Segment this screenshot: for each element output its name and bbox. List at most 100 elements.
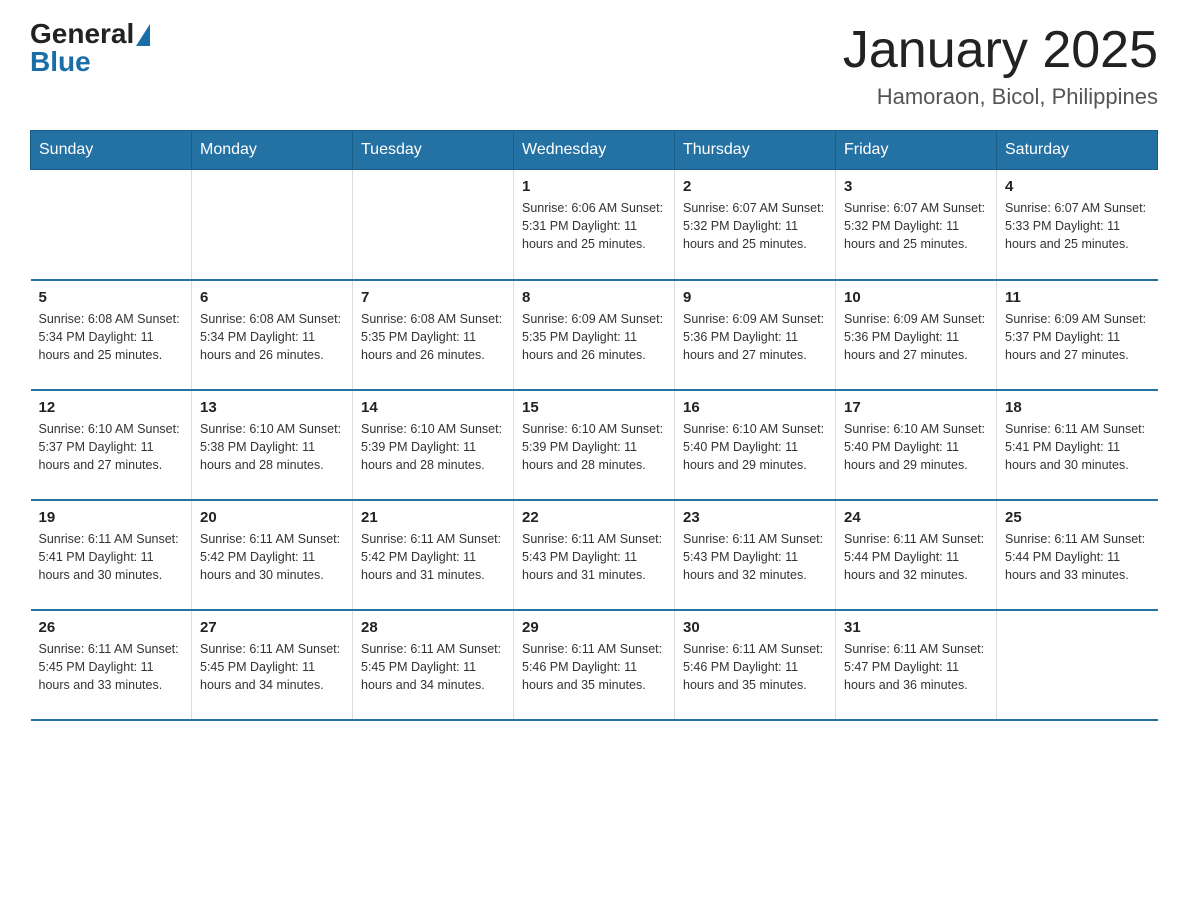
day-info: Sunrise: 6:10 AM Sunset: 5:37 PM Dayligh… [39, 420, 184, 474]
day-info: Sunrise: 6:10 AM Sunset: 5:40 PM Dayligh… [683, 420, 827, 474]
day-number: 14 [361, 399, 505, 416]
calendar-cell: 10 Sunrise: 6:09 AM Sunset: 5:36 PM Dayli… [836, 280, 997, 390]
calendar-cell: 5 Sunrise: 6:08 AM Sunset: 5:34 PM Daylig… [31, 280, 192, 390]
calendar-cell: 26 Sunrise: 6:11 AM Sunset: 5:45 PM Dayli… [31, 610, 192, 720]
calendar-cell: 15Sunrise: 6:10 AM Sunset: 5:39 PM Dayli… [514, 390, 675, 500]
day-info: Sunrise: 6:11 AM Sunset: 5:44 PM Dayligh… [844, 530, 988, 584]
day-number: 31 [844, 619, 988, 636]
weekday-header-monday: Monday [192, 131, 353, 170]
day-number: 8 [522, 289, 666, 306]
day-info: Sunrise: 6:07 AM Sunset: 5:32 PM Dayligh… [683, 199, 827, 253]
calendar-table: SundayMondayTuesdayWednesdayThursdayFrid… [30, 130, 1158, 721]
day-info: Sunrise: 6:11 AM Sunset: 5:41 PM Dayligh… [39, 530, 184, 584]
calendar-cell [353, 170, 514, 280]
logo-general: General [30, 20, 134, 48]
day-info: Sunrise: 6:11 AM Sunset: 5:45 PM Dayligh… [361, 640, 505, 694]
calendar-cell: 18Sunrise: 6:11 AM Sunset: 5:41 PM Dayli… [997, 390, 1158, 500]
calendar-cell: 23 Sunrise: 6:11 AM Sunset: 5:43 PM Dayli… [675, 500, 836, 610]
calendar-cell: 22Sunrise: 6:11 AM Sunset: 5:43 PM Dayli… [514, 500, 675, 610]
calendar-cell: 20 Sunrise: 6:11 AM Sunset: 5:42 PM Dayli… [192, 500, 353, 610]
logo-triangle-icon [136, 24, 150, 46]
calendar-cell: 7Sunrise: 6:08 AM Sunset: 5:35 PM Daylig… [353, 280, 514, 390]
day-info: Sunrise: 6:09 AM Sunset: 5:36 PM Dayligh… [683, 310, 827, 364]
day-info: Sunrise: 6:11 AM Sunset: 5:44 PM Dayligh… [1005, 530, 1150, 584]
day-number: 20 [200, 509, 344, 526]
day-number: 28 [361, 619, 505, 636]
calendar-cell: 3Sunrise: 6:07 AM Sunset: 5:32 PM Daylig… [836, 170, 997, 280]
calendar-week-row: 1 Sunrise: 6:06 AM Sunset: 5:31 PM Daylig… [31, 170, 1158, 280]
weekday-header-wednesday: Wednesday [514, 131, 675, 170]
day-number: 29 [522, 619, 666, 636]
day-number: 24 [844, 509, 988, 526]
day-number: 30 [683, 619, 827, 636]
day-number: 6 [200, 289, 344, 306]
calendar-cell: 8 Sunrise: 6:09 AM Sunset: 5:35 PM Daylig… [514, 280, 675, 390]
weekday-header-thursday: Thursday [675, 131, 836, 170]
calendar-cell [31, 170, 192, 280]
calendar-cell: 30 Sunrise: 6:11 AM Sunset: 5:46 PM Dayli… [675, 610, 836, 720]
day-number: 26 [39, 619, 184, 636]
calendar-subtitle: Hamoraon, Bicol, Philippines [843, 84, 1158, 110]
calendar-cell: 6 Sunrise: 6:08 AM Sunset: 5:34 PM Daylig… [192, 280, 353, 390]
calendar-cell: 29 Sunrise: 6:11 AM Sunset: 5:46 PM Dayli… [514, 610, 675, 720]
day-info: Sunrise: 6:09 AM Sunset: 5:37 PM Dayligh… [1005, 310, 1150, 364]
calendar-cell: 25 Sunrise: 6:11 AM Sunset: 5:44 PM Dayli… [997, 500, 1158, 610]
calendar-cell: 13 Sunrise: 6:10 AM Sunset: 5:38 PM Dayli… [192, 390, 353, 500]
calendar-cell: 11 Sunrise: 6:09 AM Sunset: 5:37 PM Dayli… [997, 280, 1158, 390]
weekday-header-sunday: Sunday [31, 131, 192, 170]
day-number: 3 [844, 178, 988, 195]
weekday-header-friday: Friday [836, 131, 997, 170]
calendar-cell: 21Sunrise: 6:11 AM Sunset: 5:42 PM Dayli… [353, 500, 514, 610]
calendar-cell: 31 Sunrise: 6:11 AM Sunset: 5:47 PM Dayli… [836, 610, 997, 720]
calendar-week-row: 5 Sunrise: 6:08 AM Sunset: 5:34 PM Daylig… [31, 280, 1158, 390]
calendar-cell: 9 Sunrise: 6:09 AM Sunset: 5:36 PM Daylig… [675, 280, 836, 390]
day-info: Sunrise: 6:10 AM Sunset: 5:39 PM Dayligh… [361, 420, 505, 474]
day-number: 10 [844, 289, 988, 306]
day-info: Sunrise: 6:11 AM Sunset: 5:46 PM Dayligh… [522, 640, 666, 694]
logo-blue: Blue [30, 48, 150, 76]
calendar-cell: 19Sunrise: 6:11 AM Sunset: 5:41 PM Dayli… [31, 500, 192, 610]
weekday-header-tuesday: Tuesday [353, 131, 514, 170]
day-number: 21 [361, 509, 505, 526]
day-number: 13 [200, 399, 344, 416]
day-info: Sunrise: 6:11 AM Sunset: 5:45 PM Dayligh… [39, 640, 184, 694]
calendar-week-row: 12Sunrise: 6:10 AM Sunset: 5:37 PM Dayli… [31, 390, 1158, 500]
calendar-cell: 2 Sunrise: 6:07 AM Sunset: 5:32 PM Daylig… [675, 170, 836, 280]
calendar-cell: 14 Sunrise: 6:10 AM Sunset: 5:39 PM Dayli… [353, 390, 514, 500]
day-info: Sunrise: 6:11 AM Sunset: 5:46 PM Dayligh… [683, 640, 827, 694]
day-info: Sunrise: 6:09 AM Sunset: 5:35 PM Dayligh… [522, 310, 666, 364]
logo: General Blue [30, 20, 150, 76]
day-info: Sunrise: 6:11 AM Sunset: 5:43 PM Dayligh… [683, 530, 827, 584]
weekday-header-row: SundayMondayTuesdayWednesdayThursdayFrid… [31, 131, 1158, 170]
day-info: Sunrise: 6:11 AM Sunset: 5:42 PM Dayligh… [200, 530, 344, 584]
calendar-cell: 16 Sunrise: 6:10 AM Sunset: 5:40 PM Dayli… [675, 390, 836, 500]
title-block: January 2025 Hamoraon, Bicol, Philippine… [843, 20, 1158, 110]
day-info: Sunrise: 6:09 AM Sunset: 5:36 PM Dayligh… [844, 310, 988, 364]
weekday-header-saturday: Saturday [997, 131, 1158, 170]
day-number: 23 [683, 509, 827, 526]
day-info: Sunrise: 6:07 AM Sunset: 5:33 PM Dayligh… [1005, 199, 1150, 253]
calendar-body: 1 Sunrise: 6:06 AM Sunset: 5:31 PM Daylig… [31, 170, 1158, 720]
calendar-cell: 17Sunrise: 6:10 AM Sunset: 5:40 PM Dayli… [836, 390, 997, 500]
day-number: 18 [1005, 399, 1150, 416]
day-number: 2 [683, 178, 827, 195]
day-number: 11 [1005, 289, 1150, 306]
day-number: 5 [39, 289, 184, 306]
calendar-cell: 27 Sunrise: 6:11 AM Sunset: 5:45 PM Dayli… [192, 610, 353, 720]
day-info: Sunrise: 6:11 AM Sunset: 5:45 PM Dayligh… [200, 640, 344, 694]
day-info: Sunrise: 6:11 AM Sunset: 5:47 PM Dayligh… [844, 640, 988, 694]
day-info: Sunrise: 6:11 AM Sunset: 5:43 PM Dayligh… [522, 530, 666, 584]
day-number: 1 [522, 178, 666, 195]
day-number: 9 [683, 289, 827, 306]
day-info: Sunrise: 6:08 AM Sunset: 5:34 PM Dayligh… [200, 310, 344, 364]
day-number: 16 [683, 399, 827, 416]
day-number: 27 [200, 619, 344, 636]
day-number: 4 [1005, 178, 1150, 195]
calendar-cell: 1 Sunrise: 6:06 AM Sunset: 5:31 PM Daylig… [514, 170, 675, 280]
day-info: Sunrise: 6:06 AM Sunset: 5:31 PM Dayligh… [522, 199, 666, 253]
day-info: Sunrise: 6:10 AM Sunset: 5:40 PM Dayligh… [844, 420, 988, 474]
calendar-cell: 28 Sunrise: 6:11 AM Sunset: 5:45 PM Dayli… [353, 610, 514, 720]
day-info: Sunrise: 6:08 AM Sunset: 5:34 PM Dayligh… [39, 310, 184, 364]
day-number: 25 [1005, 509, 1150, 526]
day-info: Sunrise: 6:10 AM Sunset: 5:38 PM Dayligh… [200, 420, 344, 474]
